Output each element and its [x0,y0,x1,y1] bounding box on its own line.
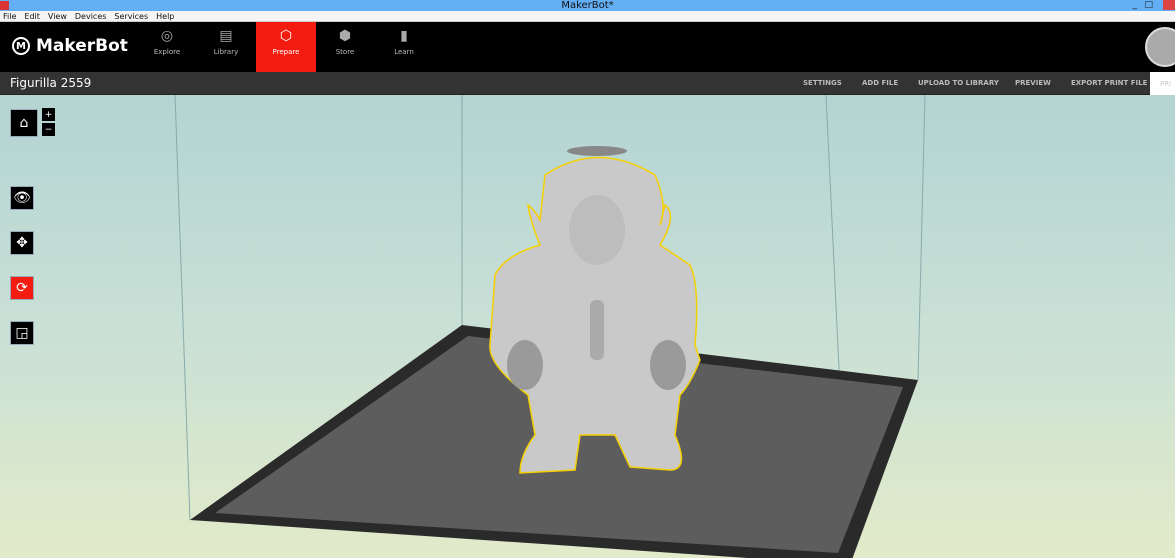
print-button[interactable]: PRI [1150,72,1175,95]
menu-view[interactable]: View [45,12,72,21]
nav-learn[interactable]: ▮ Learn [374,22,434,72]
compass-icon: ◎ [160,28,174,44]
zoom-in-button[interactable]: + [42,108,55,121]
scale-tool-button[interactable]: ◲ [10,321,34,345]
nav-explore[interactable]: ◎ Explore [137,22,197,72]
nav-store[interactable]: ⬢ Store [315,22,375,72]
makerbot-logo: M MakerBot [12,36,128,56]
nav-library[interactable]: ▤ Library [196,22,256,72]
move-tool-button[interactable]: ✥ [10,231,34,255]
preview-button[interactable]: PREVIEW [1015,79,1051,87]
box-icon: ⬢ [338,28,352,44]
move-icon: ✥ [16,235,28,251]
menu-services[interactable]: Services [111,12,153,21]
nav-label: Library [213,48,239,56]
add-file-button[interactable]: ADD FILE [862,79,898,87]
nav-label: Prepare [272,48,300,56]
window-titlebar: MakerBot* _ □ [0,0,1175,11]
scene [174,95,926,558]
book-icon: ▮ [400,28,408,44]
upload-to-library-button[interactable]: UPLOAD TO LIBRARY [918,79,999,87]
menu-devices[interactable]: Devices [72,12,112,21]
close-button[interactable] [1163,0,1175,10]
model-top [567,146,627,156]
menu-file[interactable]: File [0,12,21,21]
view-tool-button[interactable]: 👁 [10,186,34,210]
maximize-button[interactable]: □ [1144,0,1153,10]
menu-bar: File Edit View Devices Services Help [0,11,1175,22]
menu-edit[interactable]: Edit [21,12,45,21]
nav-label: Learn [394,48,414,56]
menu-help[interactable]: Help [153,12,179,21]
3d-viewport[interactable]: ⌂ + − 👁 ✥ ⟳ ◲ [0,95,1175,558]
brand-name: MakerBot [36,36,128,56]
home-view-button[interactable]: ⌂ [10,109,38,137]
rotate-icon: ⟳ [16,280,28,296]
library-icon: ▤ [219,28,233,44]
rotate-tool-button[interactable]: ⟳ [10,276,34,300]
scale-icon: ◲ [15,325,29,341]
top-navigation: M MakerBot ◎ Explore ▤ Library ⬡ Prepare ⬢ St… [0,22,1175,72]
eye-icon: 👁 [13,190,31,206]
prepare-icon: ⬡ [279,28,293,44]
window-title: MakerBot* [561,0,614,11]
nav-label: Store [335,48,355,56]
nav-prepare[interactable]: ⬡ Prepare [256,22,316,72]
project-toolbar: Figurilla 2559 SETTINGS ADD FILE UPLOAD … [0,72,1175,95]
logo-mark-icon: M [12,37,30,55]
home-icon: ⌂ [19,115,29,131]
user-avatar[interactable] [1145,27,1175,67]
settings-button[interactable]: SETTINGS [803,79,842,87]
zoom-out-button[interactable]: − [42,123,55,136]
minimize-button[interactable]: _ [1133,0,1138,10]
export-print-file-button[interactable]: EXPORT PRINT FILE [1071,79,1147,87]
project-title: Figurilla 2559 [10,76,92,90]
nav-label: Explore [153,48,181,56]
